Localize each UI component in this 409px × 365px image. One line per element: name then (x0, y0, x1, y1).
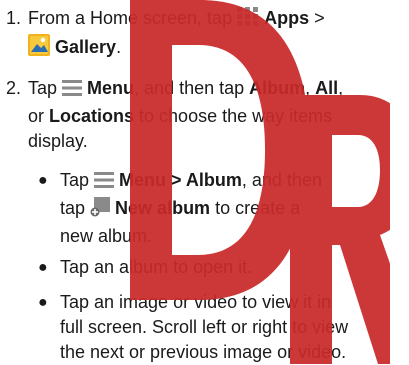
or-text: or (28, 106, 50, 126)
bullet-text: Tap an image or video to view it in full… (60, 290, 405, 365)
bullet-marker: ● (38, 172, 48, 189)
gallery-icon (28, 34, 50, 63)
bullet-tap: tap (60, 198, 91, 218)
apps-grid-icon (237, 7, 259, 34)
menu-label: Menu (87, 78, 135, 98)
step-text: From a Home screen, tap Apps > Gallery. (28, 6, 405, 63)
step-text-mid: , and then tap (134, 78, 250, 98)
menu-icon (62, 79, 83, 104)
bullet-prefix: Tap (60, 170, 95, 190)
new-album-icon (90, 197, 111, 224)
bullet-marker: ● (38, 294, 48, 311)
step-text: Tap Menu, and then tap Album, All, or Lo… (28, 76, 405, 154)
bullet-line: the next or previous image or video. (60, 342, 347, 362)
step-text-prefix: Tap (28, 78, 63, 98)
bullet-text: Tap an album to open it. (60, 257, 253, 277)
all-label: All (315, 78, 339, 98)
new-album-label: New album (115, 198, 211, 218)
separator: > (309, 8, 325, 28)
comma: , (338, 78, 344, 98)
step-number: 2. (6, 78, 22, 98)
bullet-marker: ● (38, 259, 48, 276)
step-text-tail-2: display. (28, 131, 88, 151)
menu-icon (94, 171, 115, 196)
apps-label: Apps (264, 8, 310, 28)
bullet-tail: to create a (210, 198, 301, 218)
bullet-mid: , and then (241, 170, 322, 190)
locations-label: Locations (49, 106, 135, 126)
step-number: 1. (6, 8, 22, 28)
comma: , (305, 78, 316, 98)
album-label: Album (249, 78, 306, 98)
gallery-label: Gallery (55, 37, 117, 57)
bullet-text: Tap Menu > Album, and then tap New album… (60, 168, 405, 249)
bullet-tail-2: new album. (60, 226, 153, 246)
manual-page: 1. From a Home screen, tap Apps > Galler… (0, 0, 409, 364)
bullet-line: Tap an image or video to view it in (60, 292, 332, 312)
bullet-line: full screen. Scroll left or right to vie… (60, 317, 349, 337)
menu-album-label: Menu > Album (119, 170, 242, 190)
gallery-tail: . (116, 37, 122, 57)
step-text-prefix: From a Home screen, tap (28, 8, 238, 28)
step-text-tail: to choose the way items (134, 106, 333, 126)
